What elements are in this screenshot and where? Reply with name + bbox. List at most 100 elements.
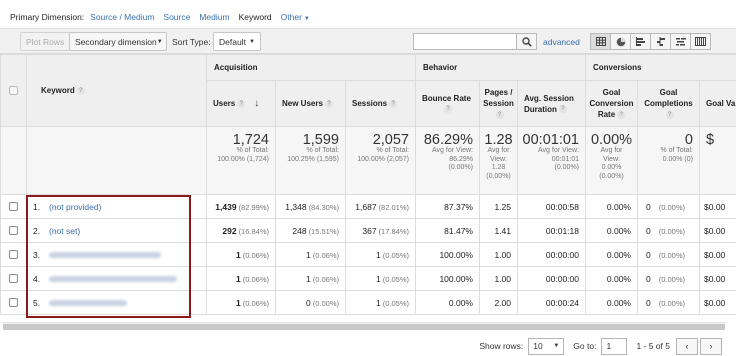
next-page-button[interactable]: › [700, 337, 722, 355]
table-row[interactable]: 5. 1 (0.06%) 0 (0.00%) 1 (0.05%) 0.00% 2.00 00:00… [0, 290, 736, 315]
keyword-link[interactable]: (not set) [49, 226, 80, 236]
keyword-cell: 5. [26, 290, 207, 315]
bounce-rate-header-label: Bounce Rate [422, 93, 471, 103]
bounce-rate-header[interactable]: Bounce Rate? [415, 80, 480, 127]
keyword-link[interactable]: (not provided) [49, 202, 101, 212]
goal-completions-cell-value: 0 [646, 225, 651, 236]
sort-type-dropdown[interactable]: Default ▼ [213, 32, 261, 51]
table-view-button[interactable] [590, 33, 611, 50]
primary-dimension-label: Primary Dimension: [10, 12, 85, 22]
pages-session-cell: 1.00 [479, 266, 518, 291]
bounce-rate-cell: 0.00% [415, 290, 480, 315]
pivot-view-button[interactable] [690, 33, 711, 50]
view-switcher [590, 33, 711, 50]
prev-page-button[interactable]: ‹ [676, 337, 698, 355]
sessions-header[interactable]: Sessions? [345, 80, 416, 127]
sessions-cell-value: 1 [376, 249, 381, 260]
total-avg-duration: 00:01:01 Avg for View: 00:01:01 (0.00%) [517, 126, 586, 195]
goal-value-cell-value: $0.00 [704, 297, 726, 308]
goal-conversion-cell-value: 0.00% [606, 297, 631, 308]
help-icon[interactable]: ? [617, 110, 626, 119]
search-input[interactable] [413, 33, 517, 50]
goal-conversion-cell: 0.00% [585, 194, 638, 219]
goal-conversion-cell-value: 0.00% [606, 225, 631, 236]
avg-duration-cell: 00:00:00 [517, 266, 586, 291]
bounce-rate-cell: 100.00% [415, 242, 480, 267]
total-goal-completions: 0% of Total: 0.00% (0) [637, 126, 700, 195]
goal-conv-label-3: Rate [597, 110, 616, 119]
term-cloud-view-button[interactable] [670, 33, 691, 50]
help-icon[interactable]: ? [76, 86, 85, 95]
secondary-dimension-dropdown[interactable]: Secondary dimension ▼ [69, 32, 167, 51]
goal-completions-cell-value: 0 [646, 273, 651, 284]
show-rows-select[interactable]: 10 ▼ [528, 337, 565, 355]
row-checkbox[interactable] [9, 298, 18, 307]
goal-value-header[interactable]: Goal Va [698, 80, 736, 127]
table-row[interactable]: 4. 1 (0.06%) 1 (0.06%) 1 (0.05%) 100.00% 1.00 00:… [0, 266, 736, 291]
bounce-rate-cell-value: 81.47% [444, 225, 473, 236]
new-users-cell-value: 1 [306, 249, 311, 260]
table-row[interactable]: 1. (not provided) 1,439 (82.99%) 1,348 (84.30… [0, 194, 736, 219]
help-icon[interactable]: ? [444, 105, 452, 114]
sort-arrow-icon: ↓ [254, 98, 260, 109]
dimension-source-medium[interactable]: Source / Medium [90, 12, 154, 22]
users-cell: 292 (16.84%) [206, 218, 276, 243]
help-icon[interactable]: ? [237, 99, 246, 108]
dimension-other-dropdown[interactable]: Other ▼ [281, 12, 310, 22]
show-rows-label: Show rows: [479, 341, 524, 351]
chevron-down-icon: ▼ [553, 343, 560, 349]
avg-duration-cell-value: 00:00:58 [545, 201, 579, 212]
comparison-view-button[interactable] [650, 33, 671, 50]
total-duration-note-3: (0.00%) [554, 164, 579, 171]
scrollbar-thumb[interactable] [3, 324, 725, 330]
dimension-medium[interactable]: Medium [199, 12, 229, 22]
total-goal-value-value: $ [706, 132, 715, 148]
total-pages-note-4: (0.00%) [486, 172, 511, 180]
new-users-header[interactable]: New Users? [275, 80, 346, 127]
help-icon[interactable]: ? [324, 99, 333, 108]
avg-duration-cell: 00:00:24 [517, 290, 586, 315]
row-checkbox[interactable] [9, 250, 18, 259]
dimension-source[interactable]: Source [163, 12, 190, 22]
row-checkbox[interactable] [9, 274, 18, 283]
help-icon[interactable]: ? [495, 110, 504, 119]
horizontal-scrollbar[interactable] [3, 322, 725, 330]
row-checkbox-cell [0, 218, 27, 243]
total-users-note-2: 100.00% (1,724) [217, 155, 269, 163]
users-cell-percent: (82.99%) [238, 202, 269, 212]
row-checkbox[interactable] [9, 226, 18, 235]
sessions-cell-value: 1 [376, 297, 381, 308]
goto-page-input[interactable]: 1 [601, 337, 628, 355]
goal-value-cell-value: $0.00 [704, 201, 726, 212]
avg-session-duration-header[interactable]: Avg. Session Duration? [517, 80, 586, 127]
goal-completions-header[interactable]: Goal Completions? [637, 80, 700, 127]
bar-view-button[interactable] [630, 33, 651, 50]
sessions-cell: 1 (0.05%) [345, 266, 416, 291]
help-icon[interactable]: ? [389, 99, 398, 108]
pages-session-header[interactable]: Pages / Session? [479, 80, 518, 127]
pie-view-icon [616, 37, 625, 46]
pie-view-button[interactable] [610, 33, 631, 50]
help-icon[interactable]: ? [558, 105, 567, 114]
help-icon[interactable]: ? [665, 110, 674, 119]
total-conv-note-4: (0.00%) [599, 172, 624, 180]
table-row[interactable]: 2. (not set) 292 (16.84%) 248 (15.51%) 367 (17.… [0, 218, 736, 243]
sessions-cell: 1 (0.05%) [345, 290, 416, 315]
pagination: Show rows: 10 ▼ Go to: 1 1 - 5 of 5 ‹ › [479, 337, 722, 355]
table-row[interactable]: 3. 1 (0.06%) 1 (0.06%) 1 (0.05%) 100.00% 1.00 00:… [0, 242, 736, 267]
bounce-rate-cell-value: 87.37% [444, 201, 473, 212]
plot-rows-button[interactable]: Plot Rows [20, 32, 71, 51]
dimension-keyword: Keyword [238, 12, 272, 22]
keyword-header[interactable]: Keyword? [26, 54, 207, 127]
users-header[interactable]: Users? ↓ [206, 80, 276, 127]
select-all-checkbox[interactable] [9, 86, 18, 95]
primary-dimension-bar: Primary Dimension: Source / Medium Sourc… [10, 11, 319, 23]
total-goal-conversion: 0.00% Avg for View: 0.00% (0.00%) [585, 126, 638, 195]
row-checkbox[interactable] [9, 202, 18, 211]
pages-session-cell: 2.00 [479, 290, 518, 315]
goal-completions-cell: 0 (0.00%) [637, 218, 700, 243]
search-button[interactable] [516, 33, 537, 50]
redacted-keyword [49, 300, 127, 307]
advanced-filter-link[interactable]: advanced [543, 37, 580, 47]
goal-conversion-rate-header[interactable]: Goal Conversion Rate? [585, 80, 638, 127]
